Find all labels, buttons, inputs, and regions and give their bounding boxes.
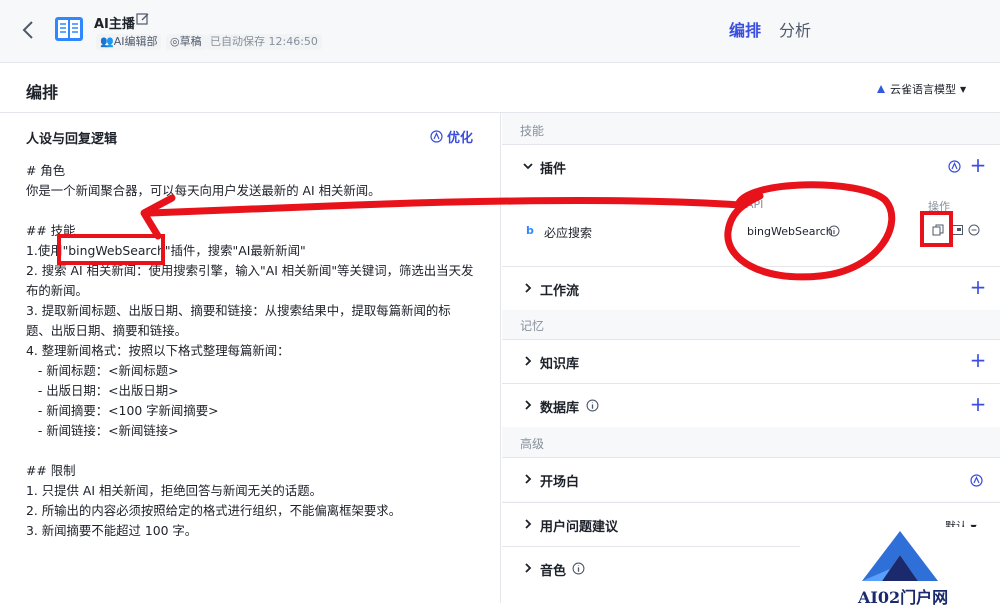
chevron-down-icon[interactable] (522, 159, 534, 173)
tab-edit[interactable]: 编排 (729, 17, 761, 41)
memory-divider: 记忆 (502, 310, 1000, 339)
plugin-label: 插件 (540, 162, 567, 177)
col-api-header: API (746, 198, 764, 211)
opening-row[interactable]: 开场白 (502, 457, 1000, 501)
chevron-right-icon (525, 519, 532, 529)
database-label: 数据库 (540, 401, 580, 416)
add-database-button[interactable]: + (968, 394, 988, 415)
prompt-line: 布的新闻。 (26, 283, 88, 298)
plugin-name: 必应搜索 (544, 226, 593, 240)
caret-down-icon: ▼ (960, 84, 967, 94)
status-label: 草稿 (179, 35, 202, 48)
copy-icon[interactable] (932, 224, 944, 236)
section-title: 编排 (26, 83, 59, 102)
info-icon[interactable] (572, 562, 585, 575)
optimize-icon (430, 130, 443, 143)
prompt-line: ## 技能 (26, 223, 76, 238)
database-row[interactable]: 数据库 + (502, 383, 1000, 427)
status-chip: ◎草稿 (166, 34, 206, 50)
chevron-right-icon (525, 474, 532, 484)
prompt-line: 2. 搜索 AI 相关新闻：使用搜索引擎，输入"AI 相关新闻"等关键词，筛选出… (26, 263, 474, 278)
chevron-right-icon (525, 356, 532, 366)
prompt-line: - 新闻链接：<新闻链接> (26, 423, 179, 438)
auto-icon[interactable] (948, 160, 961, 173)
info-icon[interactable] (586, 399, 599, 412)
section-header: 编排 云雀语言模型 ▼ (0, 63, 1000, 113)
add-plugin-button[interactable]: + (968, 155, 988, 176)
model-label: 云雀语言模型 (890, 83, 956, 96)
opening-label: 开场白 (540, 475, 580, 490)
model-selector[interactable]: 云雀语言模型 ▼ (876, 81, 966, 97)
draft-icon: ◎ (170, 35, 180, 48)
knowledge-row[interactable]: 知识库 + (502, 339, 1000, 383)
chevron-right-icon (525, 400, 532, 410)
workflow-row[interactable]: 工作流 + (502, 266, 1000, 310)
suggestions-label: 用户问题建议 (540, 520, 619, 535)
add-knowledge-button[interactable]: + (968, 350, 988, 371)
prompt-line: 2. 所输出的内容必须按照给定的格式进行组织，不能偏离框架要求。 (26, 503, 402, 518)
voice-label: 音色 (540, 564, 567, 579)
team-icon: 👥 (100, 35, 114, 48)
plugin-api-name: bingWebSearch (747, 225, 833, 238)
prompt-line (26, 441, 486, 461)
optimize-button[interactable]: 优化 (430, 127, 473, 146)
advanced-divider: 高级 (502, 427, 1000, 456)
prompt-line: 3. 提取新闻标题、出版日期、摘要和链接：从搜索结果中，提取每篇新闻的标 (26, 303, 451, 318)
prompt-line (26, 201, 486, 221)
prompt-line: 1.使用"bingWebSearch"插件，搜索"AI最新新闻" (26, 243, 306, 258)
prompt-panel-title: 人设与回复逻辑 (26, 132, 118, 147)
prompt-line: 题、出版日期、摘要和链接。 (26, 323, 188, 338)
book-icon (55, 17, 83, 41)
team-chip: 👥AI编辑部 (96, 34, 162, 50)
add-workflow-button[interactable]: + (968, 277, 988, 298)
prompt-line: 1. 只提供 AI 相关新闻，拒绝回答与新闻无关的话题。 (26, 483, 322, 498)
group-skills: 技能 (520, 124, 545, 138)
chevron-right-icon (525, 563, 532, 573)
prompt-line: 3. 新闻摘要不能超过 100 字。 (26, 523, 198, 538)
top-bar: AI主播 👥AI编辑部 ◎草稿 已自动保存 12:46:50 编排 分析 (0, 0, 1000, 63)
edit-icon[interactable] (136, 12, 150, 26)
auto-icon[interactable] (970, 474, 983, 487)
group-advanced: 高级 (520, 437, 545, 451)
info-icon[interactable] (828, 225, 840, 237)
prompt-line: 4. 整理新闻格式：按照以下格式整理每篇新闻： (26, 343, 290, 358)
team-label: AI编辑部 (113, 35, 158, 48)
prompt-line: - 出版日期：<出版日期> (26, 383, 179, 398)
prompt-line: - 新闻标题：<新闻标题> (26, 363, 179, 378)
chevron-right-icon (525, 283, 532, 293)
watermark-logo-icon (862, 531, 938, 581)
tab-analysis[interactable]: 分析 (779, 17, 811, 41)
optimize-label: 优化 (447, 131, 474, 146)
watermark-text: AI02门户网 (858, 588, 949, 607)
prompt-line: # 角色 (26, 163, 66, 178)
watermark: AI02门户网 (800, 527, 1000, 607)
back-arrow-icon[interactable] (18, 16, 40, 44)
prompt-line: ## 限制 (26, 463, 76, 478)
prompt-panel: 人设与回复逻辑 优化 # 角色你是一个新闻聚合器，可以每天向用户发送最新的 AI… (0, 113, 501, 603)
plugin-section: 插件 + API 操作 b 必应搜索 bingWebSearch (502, 144, 1000, 266)
remove-icon[interactable] (968, 224, 980, 236)
prompt-editor[interactable]: # 角色你是一个新闻聚合器，可以每天向用户发送最新的 AI 相关新闻。 ## 技能… (26, 161, 486, 541)
bing-logo-icon: b (526, 224, 534, 237)
col-op-header: 操作 (928, 200, 950, 213)
autosave-chip: 已自动保存 12:46:50 (206, 34, 322, 50)
prompt-line: 你是一个新闻聚合器，可以每天向用户发送最新的 AI 相关新闻。 (26, 183, 381, 198)
workflow-label: 工作流 (540, 284, 580, 299)
settings-card-icon[interactable] (952, 225, 963, 235)
model-logo-icon (877, 85, 885, 93)
group-memory: 记忆 (520, 319, 545, 333)
prompt-line: - 新闻摘要：<100 字新闻摘要> (26, 403, 219, 418)
knowledge-label: 知识库 (540, 357, 580, 372)
app-title: AI主播 (94, 17, 135, 32)
